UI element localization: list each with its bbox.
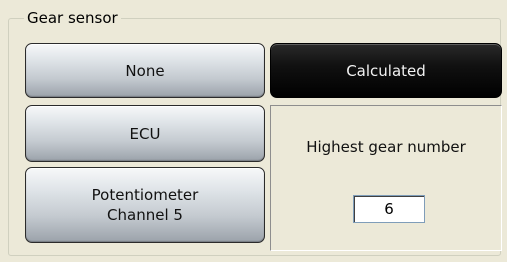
potentiometer-channel-5-button[interactable]: Potentiometer Channel 5 [25, 167, 265, 243]
gear-sensor-window: Gear sensor None ECU Potentiometer Chann… [0, 0, 507, 262]
ecu-button[interactable]: ECU [25, 105, 265, 162]
calculated-options-panel: Highest gear number [270, 105, 502, 251]
calculated-button[interactable]: Calculated [270, 43, 502, 98]
highest-gear-number-input[interactable] [353, 195, 425, 223]
groupbox-title: Gear sensor [24, 9, 121, 27]
none-button[interactable]: None [25, 43, 265, 98]
highest-gear-number-label: Highest gear number [306, 138, 466, 156]
